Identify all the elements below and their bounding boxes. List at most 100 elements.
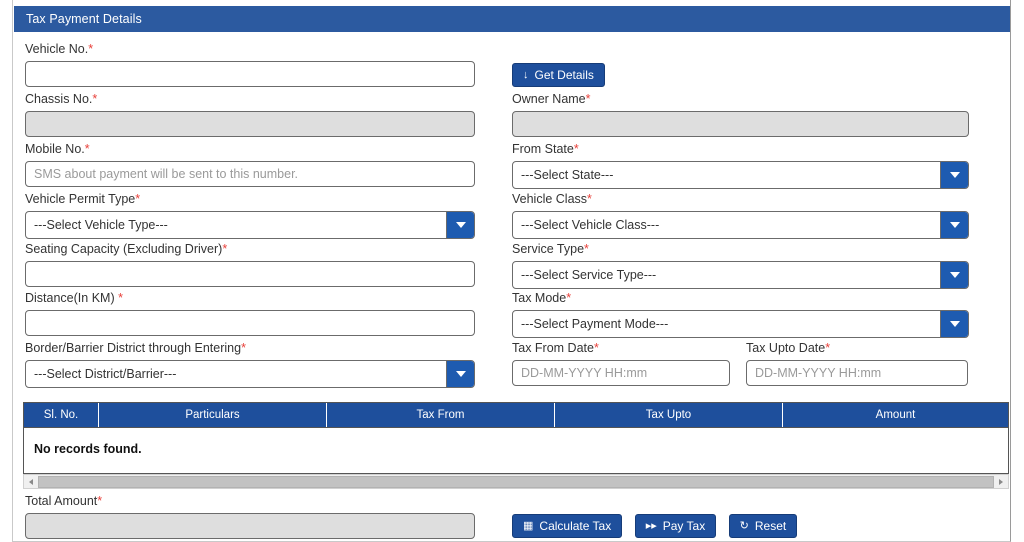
label-tax-upto-date: Tax Upto Date* [746, 341, 831, 355]
table-column-tax-from: Tax From [327, 403, 555, 427]
field-mobile-no: Mobile No.* [25, 142, 475, 187]
reset-label: Reset [754, 519, 787, 533]
action-buttons: ▦ Calculate Tax ▸▸ Pay Tax ↻ Reset [512, 514, 798, 538]
pay-tax-button[interactable]: ▸▸ Pay Tax [634, 514, 717, 538]
required-asterisk: * [825, 341, 831, 355]
required-asterisk: * [84, 142, 90, 156]
label-tax-from-date: Tax From Date* [512, 341, 599, 355]
vehicle-no-input[interactable] [25, 61, 475, 87]
border-district-select[interactable]: ---Select District/Barrier--- [25, 360, 475, 388]
field-tax-upto-date: Tax Upto Date* [746, 341, 968, 386]
fast-forward-icon: ▸▸ [645, 519, 657, 532]
chevron-down-icon [455, 222, 466, 228]
mobile-no-input[interactable] [25, 161, 475, 187]
label-service-type: Service Type* [512, 242, 589, 256]
table-body: No records found. [24, 427, 1008, 473]
vehicle-class-select[interactable]: ---Select Vehicle Class--- [512, 211, 969, 239]
tax-payment-page: Tax Payment Details Vehicle No.* ↓ Get D… [0, 0, 1024, 542]
vehicle-permit-type-select[interactable]: ---Select Vehicle Type--- [25, 211, 475, 239]
label-border-district: Border/Barrier District through Entering… [25, 341, 246, 355]
table-column-particulars: Particulars [99, 403, 327, 427]
scrollbar-thumb[interactable] [38, 475, 994, 488]
field-total-amount: Total Amount* [25, 494, 475, 539]
field-vehicle-permit-type: Vehicle Permit Type* ---Select Vehicle T… [25, 192, 475, 239]
label-chassis-no: Chassis No.* [25, 92, 98, 106]
field-owner-name: Owner Name* [512, 92, 969, 137]
chassis-no-input [25, 111, 475, 137]
label-total-amount: Total Amount* [25, 494, 103, 508]
vehicle-class-selected-value: ---Select Vehicle Class--- [521, 218, 660, 232]
total-amount-input [25, 513, 475, 539]
vehicle-permit-type-dropdown-button[interactable] [446, 212, 474, 238]
required-asterisk: * [92, 92, 98, 106]
chevron-down-icon [949, 272, 960, 278]
owner-name-input [512, 111, 969, 137]
required-asterisk: * [573, 142, 579, 156]
tax-mode-select[interactable]: ---Select Payment Mode--- [512, 310, 969, 338]
label-vehicle-no: Vehicle No.* [25, 42, 94, 56]
required-asterisk: * [593, 341, 599, 355]
get-details-button[interactable]: ↓ Get Details [512, 63, 605, 87]
tax-mode-selected-value: ---Select Payment Mode--- [521, 317, 669, 331]
required-asterisk: * [584, 242, 589, 256]
scroll-left-arrow-icon[interactable] [24, 475, 38, 488]
field-vehicle-class: Vehicle Class* ---Select Vehicle Class--… [512, 192, 969, 239]
from-state-select[interactable]: ---Select State--- [512, 161, 969, 189]
reset-button[interactable]: ↻ Reset [728, 514, 798, 538]
field-vehicle-no: Vehicle No.* [25, 42, 475, 87]
table-column-sl-no: Sl. No. [24, 403, 99, 427]
required-asterisk: * [135, 192, 141, 206]
label-vehicle-permit-type: Vehicle Permit Type* [25, 192, 141, 206]
service-type-selected-value: ---Select Service Type--- [521, 268, 657, 282]
from-state-dropdown-button[interactable] [940, 162, 968, 188]
field-seating-capacity: Seating Capacity (Excluding Driver)* [25, 242, 475, 287]
table-header-row: Sl. No. Particulars Tax From Tax Upto Am… [24, 403, 1008, 427]
chevron-down-icon [949, 222, 960, 228]
vehicle-class-dropdown-button[interactable] [940, 212, 968, 238]
chevron-down-icon [949, 321, 960, 327]
required-asterisk: * [88, 42, 94, 56]
border-district-dropdown-button[interactable] [446, 361, 474, 387]
required-asterisk: * [118, 291, 123, 305]
label-seating-capacity: Seating Capacity (Excluding Driver)* [25, 242, 228, 256]
refresh-icon: ↻ [739, 519, 749, 532]
field-border-district: Border/Barrier District through Entering… [25, 341, 475, 388]
field-distance-km: Distance(In KM) * [25, 291, 475, 336]
required-asterisk: * [587, 192, 592, 206]
vehicle-permit-type-selected-value: ---Select Vehicle Type--- [34, 218, 168, 232]
get-details-label: Get Details [534, 68, 594, 82]
tax-breakup-table: Sl. No. Particulars Tax From Tax Upto Am… [23, 402, 1009, 474]
field-chassis-no: Chassis No.* [25, 92, 475, 137]
service-type-dropdown-button[interactable] [940, 262, 968, 288]
scroll-right-arrow-icon[interactable] [994, 475, 1008, 488]
label-vehicle-class: Vehicle Class* [512, 192, 592, 206]
tax-upto-date-input[interactable] [746, 360, 968, 386]
calculator-grid-icon: ▦ [523, 519, 534, 532]
required-asterisk: * [241, 341, 246, 355]
seating-capacity-input[interactable] [25, 261, 475, 287]
distance-km-input[interactable] [25, 310, 475, 336]
required-asterisk: * [222, 242, 228, 256]
field-tax-mode: Tax Mode* ---Select Payment Mode--- [512, 291, 969, 338]
pay-tax-label: Pay Tax [662, 519, 706, 533]
get-details-button-wrap: ↓ Get Details [512, 63, 605, 87]
border-district-selected-value: ---Select District/Barrier--- [34, 367, 177, 381]
chevron-down-icon [949, 172, 960, 178]
required-asterisk: * [585, 92, 591, 106]
required-asterisk: * [97, 494, 103, 508]
table-column-amount: Amount [875, 409, 916, 421]
label-from-state: From State* [512, 142, 579, 156]
tax-from-date-input[interactable] [512, 360, 730, 386]
field-tax-from-date: Tax From Date* [512, 341, 730, 386]
download-arrow-icon: ↓ [523, 68, 529, 81]
tax-mode-dropdown-button[interactable] [940, 311, 968, 337]
tax-payment-panel: Tax Payment Details Vehicle No.* ↓ Get D… [12, 0, 1011, 542]
label-owner-name: Owner Name* [512, 92, 591, 106]
service-type-select[interactable]: ---Select Service Type--- [512, 261, 969, 289]
label-mobile-no: Mobile No.* [25, 142, 90, 156]
calculate-tax-button[interactable]: ▦ Calculate Tax [512, 514, 623, 538]
calculate-tax-label: Calculate Tax [539, 519, 612, 533]
table-horizontal-scrollbar[interactable] [23, 474, 1009, 489]
label-distance-km: Distance(In KM) * [25, 291, 123, 305]
no-records-message: No records found. [34, 442, 142, 456]
